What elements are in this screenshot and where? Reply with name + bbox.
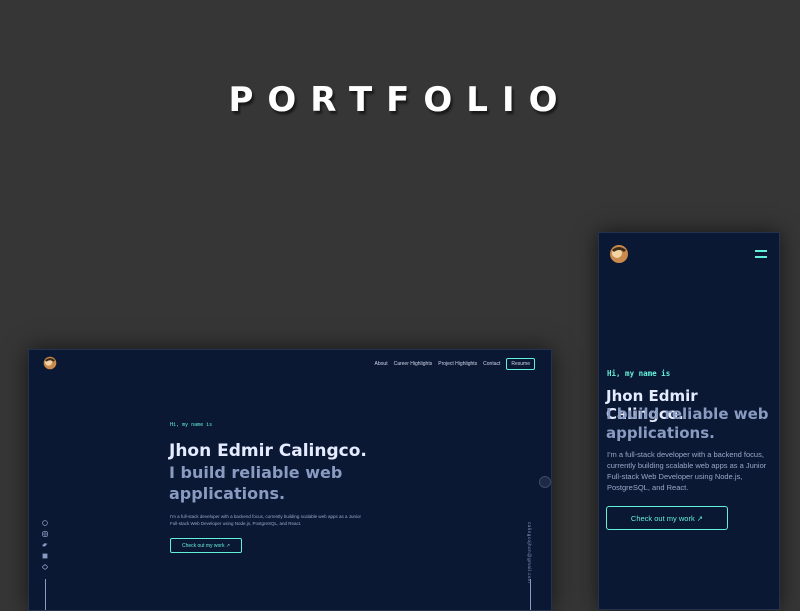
- avatar-logo-icon[interactable]: [609, 244, 629, 264]
- email-link[interactable]: calingcojhon@gmail.com: [527, 522, 532, 583]
- mobile-mockup: Hi, my name is Jhon Edmir Calingco. I bu…: [598, 232, 780, 610]
- hero-description: I'm a full-stack developer with a backen…: [607, 450, 767, 492]
- portfolio-headline: PORTFOLIO: [228, 80, 572, 120]
- nav-project-highlights[interactable]: Project Highlights: [438, 361, 477, 367]
- avatar-logo-icon[interactable]: [43, 356, 57, 370]
- floating-action-icon[interactable]: [539, 476, 551, 488]
- hero-tagline: I build reliable web applications.: [169, 463, 343, 503]
- social-links: [42, 520, 48, 570]
- github-icon[interactable]: [42, 520, 48, 526]
- nav-about[interactable]: About: [375, 361, 388, 367]
- nav-career-highlights[interactable]: Career Highlights: [394, 361, 433, 367]
- nav-contact[interactable]: Contact: [483, 361, 500, 367]
- hero-tagline: I build reliable web applications.: [606, 405, 769, 442]
- desktop-nav: About Career Highlights Project Highligh…: [375, 358, 535, 370]
- social-divider-line: [45, 579, 46, 610]
- greeting: Hi, my name is: [170, 422, 213, 428]
- desktop-mockup: About Career Highlights Project Highligh…: [28, 349, 552, 611]
- instagram-icon[interactable]: [42, 531, 48, 537]
- email-divider-line: [530, 579, 531, 610]
- greeting: Hi, my name is: [607, 369, 671, 378]
- resume-button[interactable]: Resume: [506, 358, 535, 370]
- hero-name: Jhon Edmir Calingco.: [169, 441, 367, 461]
- codepen-icon[interactable]: [42, 564, 48, 570]
- hamburger-menu-icon[interactable]: [755, 250, 767, 258]
- hero-description: I'm a full-stack developer with a backen…: [170, 514, 361, 526]
- twitter-icon[interactable]: [42, 542, 48, 548]
- check-out-work-button[interactable]: Check out my work ↗: [170, 538, 242, 553]
- linkedin-icon[interactable]: [42, 553, 48, 559]
- check-out-work-button[interactable]: Check out my work ↗: [606, 506, 728, 530]
